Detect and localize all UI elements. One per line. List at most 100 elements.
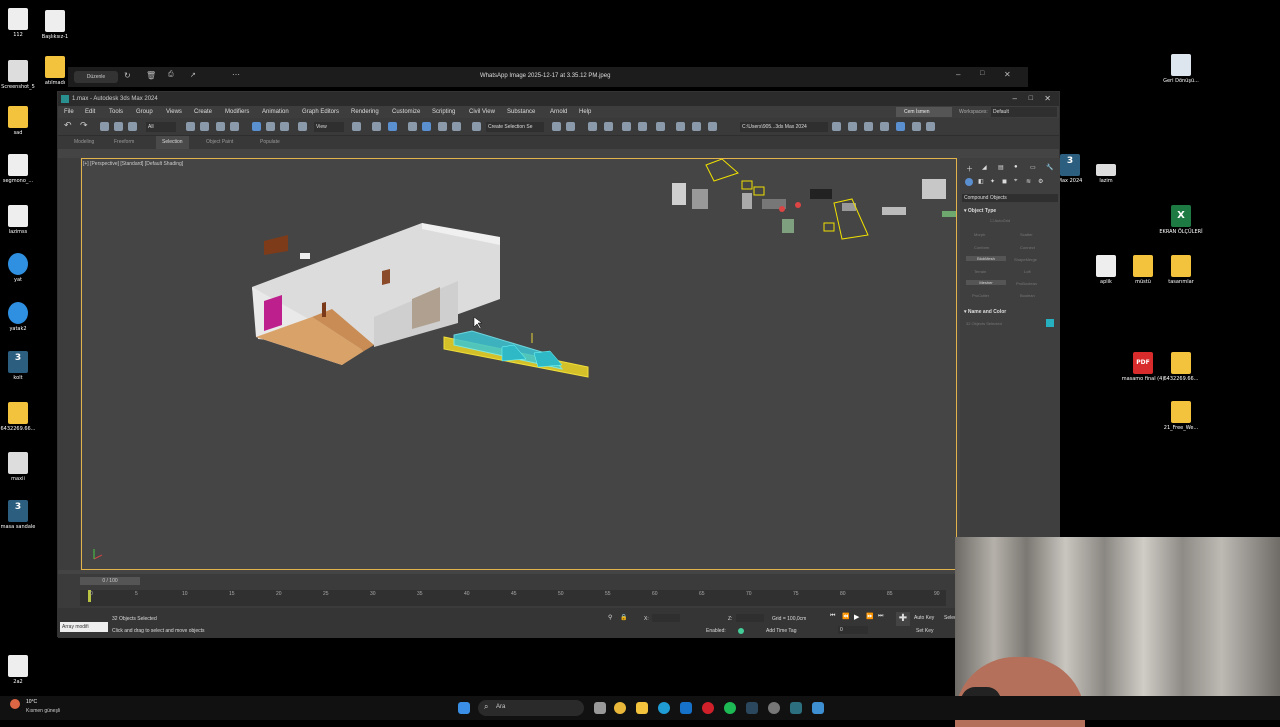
print-icon[interactable]: ⎙: [168, 71, 174, 79]
scene-canvas[interactable]: [82, 159, 956, 569]
conform-button[interactable]: Conform: [974, 245, 989, 250]
go-to-end-icon[interactable]: ⏭: [878, 613, 883, 620]
modify-tab-icon[interactable]: ◢: [982, 164, 987, 171]
reference-coord-dropdown[interactable]: View: [314, 122, 344, 132]
motion-tab-icon[interactable]: ●: [1014, 164, 1018, 170]
scatter-button[interactable]: Scatter: [1020, 232, 1033, 237]
proboolean-button[interactable]: ProBoolean: [1016, 281, 1037, 286]
desktop-icon-lazim[interactable]: lazim: [1084, 164, 1128, 184]
isolate-icon[interactable]: ⚲: [608, 614, 612, 621]
link-icon[interactable]: [100, 122, 109, 131]
next-frame-icon[interactable]: ⏩: [866, 613, 873, 620]
utilities-tab-icon[interactable]: 🔧: [1046, 164, 1053, 171]
desktop-icon-kolt[interactable]: 3 kolt: [0, 351, 40, 381]
named-selection-set-dropdown[interactable]: Create Selection Se: [486, 122, 544, 132]
material-editor-icon[interactable]: [656, 122, 665, 131]
open-icon[interactable]: [848, 122, 857, 131]
settings-icon[interactable]: [768, 702, 780, 714]
tab-populate[interactable]: Populate: [260, 136, 280, 149]
menu-help[interactable]: Help: [579, 106, 591, 118]
spinner-snap-icon[interactable]: [452, 122, 461, 131]
menu-tools[interactable]: Tools: [109, 106, 123, 118]
scene-explorer-icon[interactable]: [880, 122, 889, 131]
file-explorer-icon[interactable]: [636, 702, 648, 714]
desktop-icon-21-free[interactable]: 21_Free_We...: [1159, 401, 1203, 431]
spacewarps-icon[interactable]: ≋: [1026, 178, 1031, 185]
lights-icon[interactable]: ✦: [990, 178, 995, 185]
delete-icon[interactable]: 🗑: [146, 71, 156, 80]
redo-icon[interactable]: ↷: [80, 120, 89, 130]
menu-animation[interactable]: Animation: [262, 106, 289, 118]
rotate-icon[interactable]: ↻: [124, 71, 131, 80]
cameras-icon[interactable]: ◼: [1002, 178, 1007, 185]
track-bar[interactable]: 0 5 10 15 20 25 30 35 40 45 50 55 60 65 …: [80, 590, 946, 606]
edit-named-sets-icon[interactable]: [472, 122, 481, 131]
connect-button[interactable]: Connect: [1020, 245, 1035, 250]
maximize-icon[interactable]: □: [1029, 92, 1033, 106]
helpers-icon[interactable]: ⌖: [1014, 178, 1017, 185]
desktop-icon-2a2[interactable]: 2a2: [0, 655, 40, 685]
menu-modifiers[interactable]: Modifiers: [225, 106, 249, 118]
project-path[interactable]: C:\Users\905...3ds Max 2024: [740, 122, 828, 132]
menu-group[interactable]: Group: [136, 106, 153, 118]
menu-views[interactable]: Views: [166, 106, 182, 118]
render-setup-icon[interactable]: [676, 122, 685, 131]
rect-selection-icon[interactable]: [216, 122, 225, 131]
user-account[interactable]: Cem İsmen: [896, 107, 952, 117]
pivot-icon[interactable]: [352, 122, 361, 131]
hierarchy-tab-icon[interactable]: ▤: [998, 164, 1004, 171]
menu-civil-view[interactable]: Civil View: [469, 106, 495, 118]
photos-icon[interactable]: [812, 702, 824, 714]
set-key-button[interactable]: Set Key: [916, 628, 934, 634]
align-icon[interactable]: [566, 122, 575, 131]
desktop-icon-sad[interactable]: sad: [0, 106, 40, 136]
taskbar-search[interactable]: ⌕ Ara: [478, 700, 584, 716]
scene-objects-cluster[interactable]: [672, 159, 956, 240]
snaps-toggle-icon[interactable]: [408, 122, 417, 131]
shapemerge-button[interactable]: ShapeMerge: [1014, 257, 1037, 262]
viewport-layout-icon[interactable]: [896, 122, 905, 131]
time-slider[interactable]: 0 / 100: [80, 577, 140, 585]
object-type-rollout[interactable]: ▾ Object Type: [964, 208, 996, 214]
minimize-icon[interactable]: –: [1013, 92, 1017, 106]
project-folder-icon[interactable]: [832, 122, 841, 131]
go-to-start-icon[interactable]: ⏮: [830, 613, 835, 620]
tab-object-paint[interactable]: Object Paint: [206, 136, 233, 149]
more-icon[interactable]: ⋯: [232, 70, 240, 79]
share-icon[interactable]: ↗: [190, 71, 196, 79]
desktop-icon-masa-sandale[interactable]: 3 masa sandale: [0, 500, 40, 530]
task-view-icon[interactable]: [594, 702, 606, 714]
desktop-icon-yatak2[interactable]: yatak2: [0, 302, 40, 332]
mirror-icon[interactable]: [552, 122, 561, 131]
mesher-button[interactable]: Mesher: [966, 280, 1006, 285]
geometry-icon[interactable]: [965, 178, 973, 186]
menu-edit[interactable]: Edit: [85, 106, 95, 118]
spotify-icon[interactable]: [724, 702, 736, 714]
set-key-icon[interactable]: ✚: [896, 612, 910, 626]
scale-icon[interactable]: [280, 122, 289, 131]
shapes-icon[interactable]: ◧: [978, 178, 984, 185]
morph-button[interactable]: Morph: [974, 232, 985, 237]
desktop-icon-ekran-olculeri[interactable]: X EKRAN ÖLÇÜLERİ: [1159, 205, 1203, 235]
create-tab-icon[interactable]: ＋: [966, 164, 973, 174]
perspective-viewport[interactable]: [+] [Perspective] [Standard] [Default Sh…: [81, 158, 957, 570]
menu-scripting[interactable]: Scripting: [432, 106, 455, 118]
object-name-field[interactable]: 32 Objects Selected: [966, 321, 1002, 326]
name-and-color-rollout[interactable]: ▾ Name and Color: [964, 309, 1006, 315]
tab-freeform[interactable]: Freeform: [114, 136, 134, 149]
rendered-frame-icon[interactable]: [692, 122, 701, 131]
current-frame-field[interactable]: 0: [838, 626, 868, 634]
desktop-icon-tasarimlar[interactable]: tasarımlar: [1159, 255, 1203, 285]
unlink-icon[interactable]: [114, 122, 123, 131]
desktop-icon-recycle-bin[interactable]: Geri Dönüşü...: [1159, 54, 1203, 84]
display-tab-icon[interactable]: ▭: [1030, 164, 1036, 171]
category-dropdown[interactable]: Compound Objects: [962, 194, 1058, 202]
render-icon[interactable]: [708, 122, 717, 131]
steam-icon[interactable]: [746, 702, 758, 714]
select-manipulate-icon[interactable]: [372, 122, 381, 131]
close-icon[interactable]: ✕: [1044, 92, 1051, 106]
desktop-icon-6432269-right[interactable]: 6432269.66...: [1159, 352, 1203, 382]
procutter-button[interactable]: ProCutter: [972, 293, 989, 298]
curve-editor-icon[interactable]: [622, 122, 631, 131]
maximize-icon[interactable]: □: [980, 70, 984, 77]
